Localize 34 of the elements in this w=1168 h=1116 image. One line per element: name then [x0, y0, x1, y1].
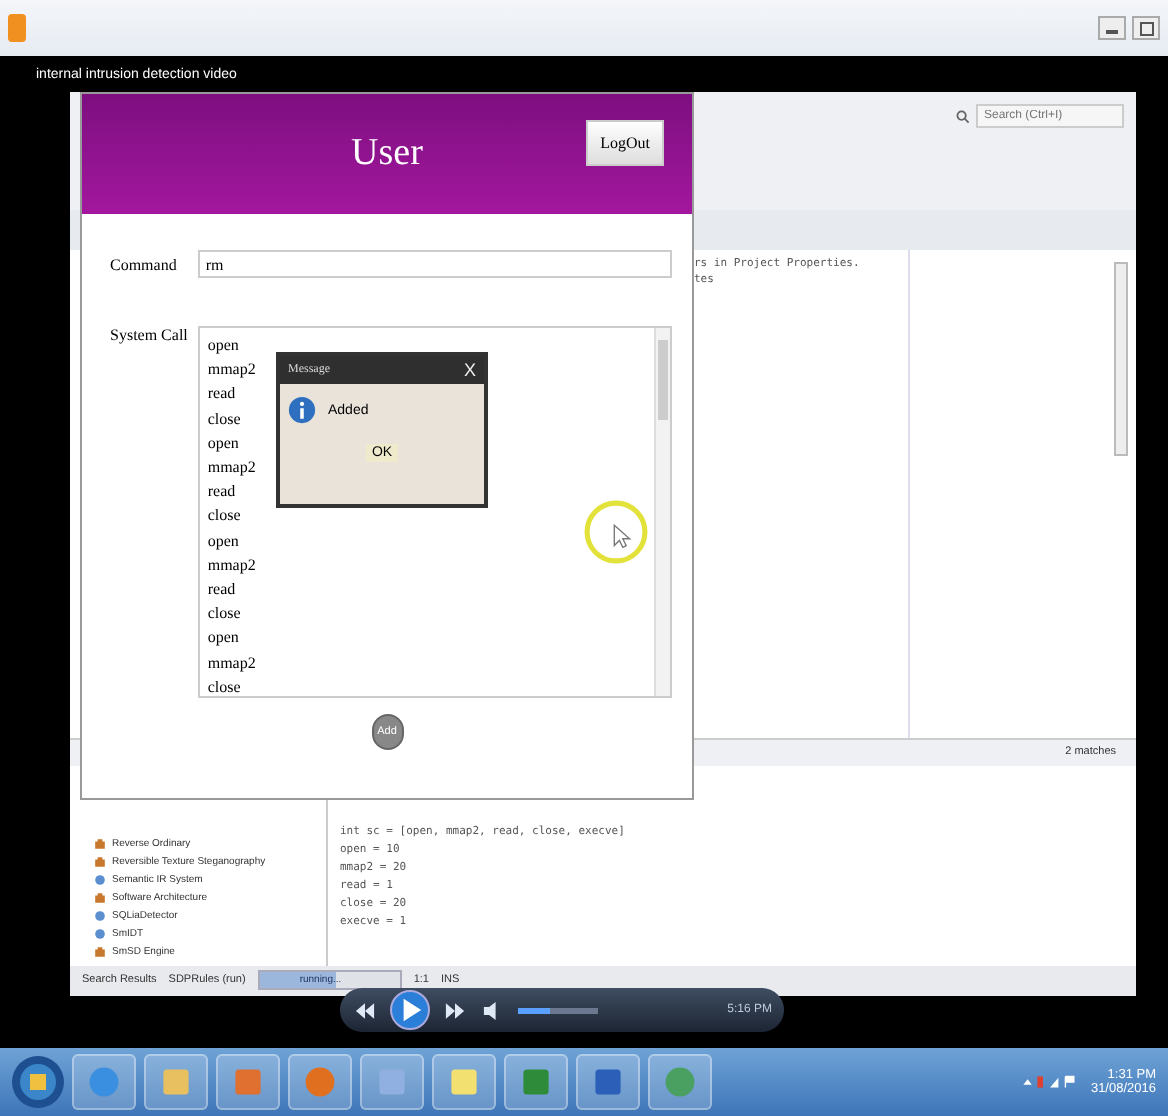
player-app-icon	[8, 14, 26, 42]
scrollbar[interactable]	[1114, 261, 1128, 456]
globe-icon	[94, 873, 106, 886]
list-item[interactable]: open	[207, 529, 646, 554]
search-icon	[956, 109, 970, 123]
user-title: User	[351, 132, 423, 176]
scrollbar[interactable]	[654, 328, 670, 696]
cursor-highlight-icon	[582, 498, 650, 566]
info-icon	[288, 396, 316, 424]
list-item[interactable]: close	[207, 504, 646, 530]
list-item[interactable]: close	[207, 602, 646, 627]
play-button[interactable]	[390, 990, 430, 1030]
list-item[interactable]: open	[207, 626, 646, 652]
minimize-button[interactable]	[1098, 16, 1126, 40]
cup-icon	[94, 945, 106, 958]
close-button[interactable]: X	[463, 360, 476, 380]
list-item[interactable]: open	[207, 334, 646, 359]
command-field[interactable]: rm	[197, 250, 672, 278]
logout-button[interactable]: LogOut	[586, 120, 664, 166]
tray-icons[interactable]	[1022, 1074, 1079, 1090]
restore-button[interactable]	[1132, 16, 1160, 40]
volume-slider[interactable]	[518, 1007, 598, 1013]
list-item[interactable]: read	[207, 578, 646, 603]
list-item[interactable]: close	[207, 675, 646, 701]
list-item[interactable]: mmap2	[207, 553, 646, 579]
cup-icon	[94, 837, 106, 850]
command-label: Command	[110, 255, 179, 273]
cup-icon	[94, 891, 106, 904]
cup-icon	[94, 855, 106, 868]
globe-taskbar-icon[interactable]	[72, 1054, 136, 1110]
list-item[interactable]: mmap2	[207, 651, 646, 676]
system-call-label: System Call	[110, 326, 190, 344]
note-taskbar-icon[interactable]	[432, 1054, 496, 1110]
start-button[interactable]	[12, 1056, 64, 1108]
